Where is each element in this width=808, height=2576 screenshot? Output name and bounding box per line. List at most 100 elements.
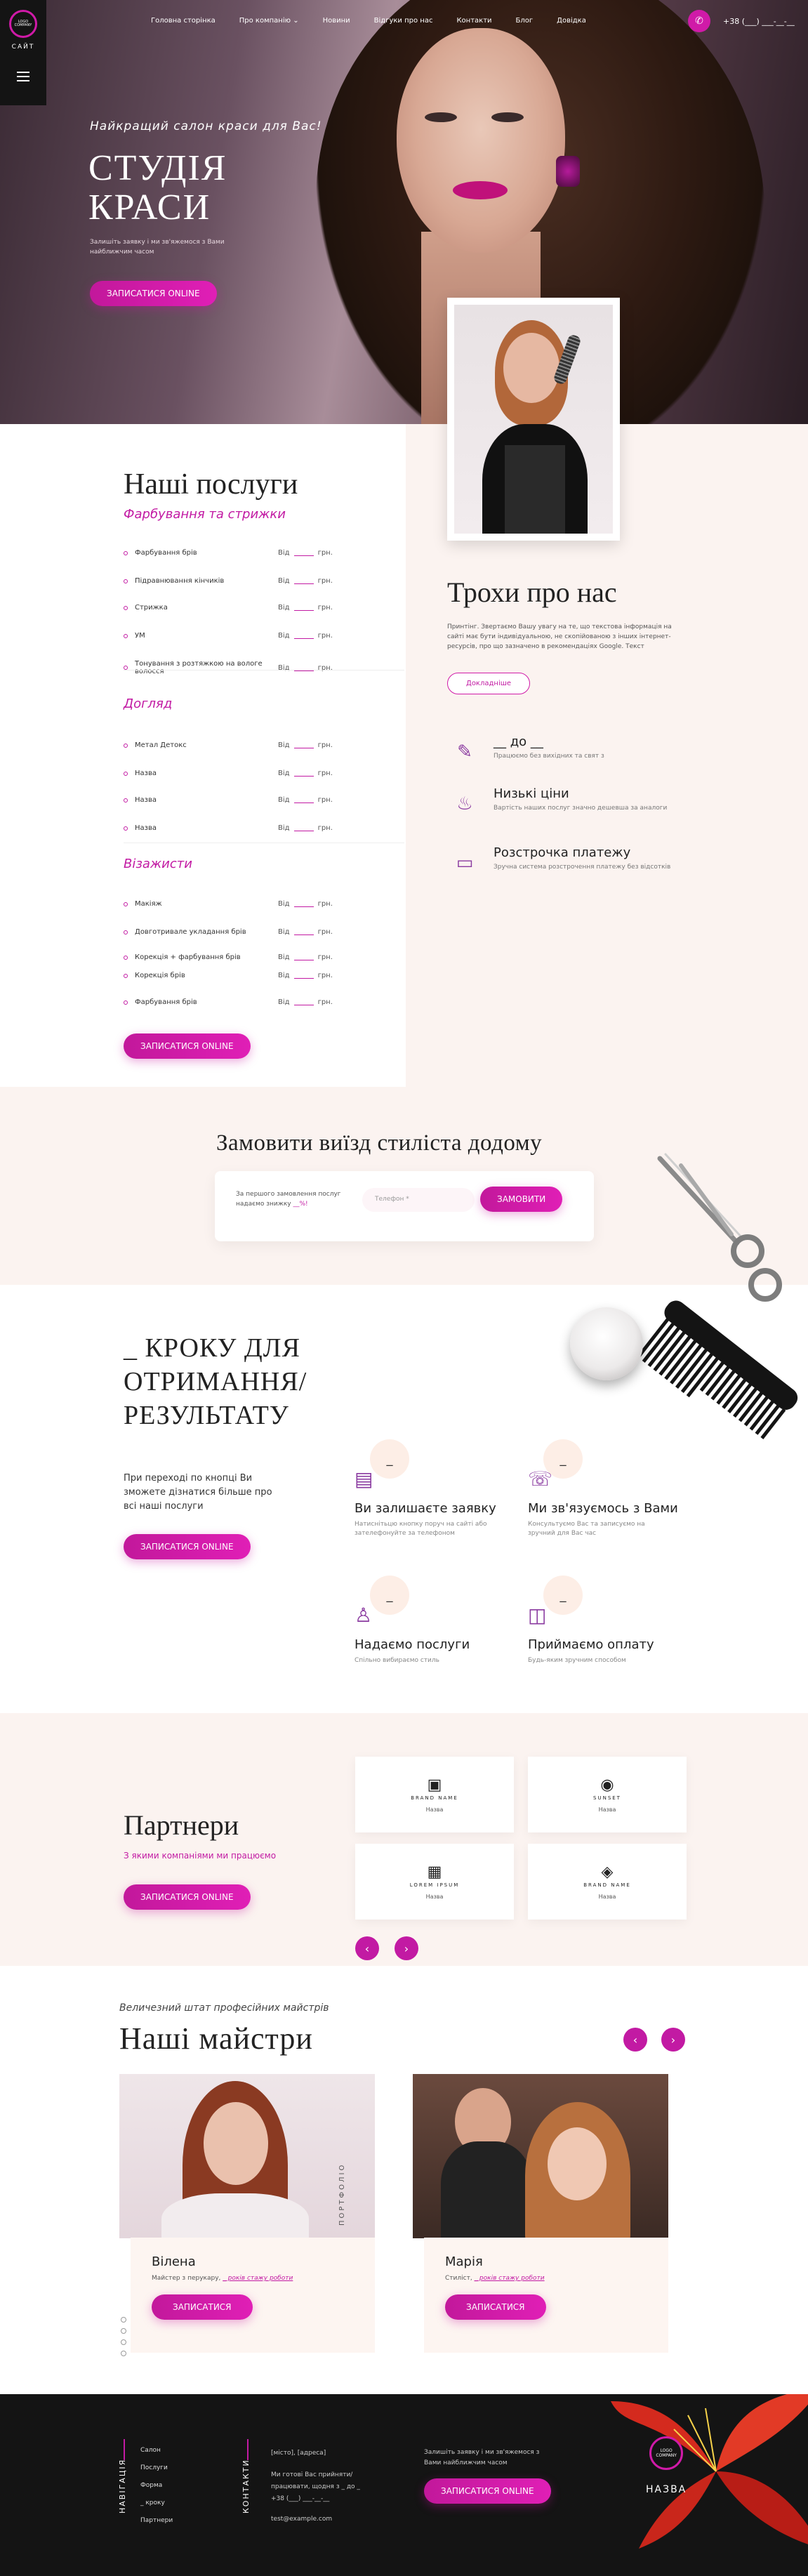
price-value [293,998,314,1005]
price-value [293,972,314,979]
service-price: Від грн. [278,796,355,804]
team-icon: ♙ [355,1604,373,1627]
price-value [293,824,314,831]
main-nav: Головна сторінка Про компанію ⌄ Новини В… [151,17,586,25]
step-title: Приймаємо оплату [528,1637,654,1652]
footer-signup-button[interactable]: ЗАПИСАТИСЯ ONLINE [424,2478,551,2504]
burger-menu-icon[interactable] [17,69,29,84]
footer-email[interactable]: test@example.com [271,2514,376,2525]
logo-name: САЙТ [11,44,35,51]
service-name: Підравнювання кінчиків [135,577,225,585]
footer-contacts-label: КОНТАКТИ [241,2459,251,2514]
footer-link[interactable]: _ кроку [140,2495,173,2512]
footer-logo-name: НАЗВА [646,2484,687,2495]
slider-dot[interactable] [121,2351,126,2356]
price-currency: грн. [317,900,333,908]
nav-item-news[interactable]: Новини [323,17,350,25]
footer-link[interactable]: Послуги [140,2459,173,2477]
footer-link[interactable]: Форма [140,2477,173,2495]
partners-section: Партнери З якими компаніями ми працюємо … [0,1713,808,1966]
price-currency: грн. [317,741,333,749]
master-info: Вілена Майстер з перукару, _ років стажу… [131,2238,375,2353]
partners-subtitle: З якими компаніями ми працюємо [124,1851,277,1861]
hand-mirror-icon [570,1307,643,1380]
service-row: Корекція + фарбування брів Від грн. [124,953,355,961]
master-signup-button[interactable]: ЗАПИСАТИСЯ [445,2294,546,2320]
service-name: УМ [135,632,145,640]
price-currency: грн. [317,928,333,936]
partner-card[interactable]: ▦ LOREM IPSUM Назва [355,1844,514,1920]
price-from: Від [278,770,290,777]
hero-model-face [397,28,565,253]
footer-link[interactable]: Салон [140,2442,173,2459]
partners-next-arrow-icon[interactable]: › [395,1936,418,1960]
hero-tagline: Найкращий салон краси для Вас! [90,119,322,133]
header-phone[interactable]: +38 (___) ___-__-__ [723,17,795,26]
masters-prev-arrow-icon[interactable]: ‹ [623,2028,647,2052]
steps-signup-button[interactable]: ЗАПИСАТИСЯ ONLINE [124,1534,251,1559]
footer-link[interactable]: Партнери [140,2512,173,2530]
nav-item-blog[interactable]: Блог [516,17,534,25]
service-name: Метал Детокс [135,741,187,749]
about-title: Трохи про нас [447,576,617,608]
service-name: Фарбування брів [135,998,197,1006]
phone-call-icon: ☏ [528,1467,553,1491]
partners-prev-arrow-icon[interactable]: ‹ [355,1936,379,1960]
footer-logo[interactable]: LOGO COMPANY НАЗВА [646,2436,687,2495]
phone-icon[interactable]: ✆ [688,10,710,32]
service-price: Від грн. [278,900,355,908]
footer-hours: Ми готові Вас прийняти/працювати, щодня … [271,2471,360,2490]
footer-phone[interactable]: +38 (___) ___-__-__ [271,2493,376,2505]
form-icon: ▤ [355,1467,373,1491]
master-experience-link[interactable]: _ років стажу роботи [223,2275,293,2282]
price-from: Від [278,900,290,908]
price-currency: грн. [317,824,333,832]
hero-signup-button[interactable]: ЗАПИСАТИСЯ ONLINE [90,281,217,306]
footer-address: [місто], [адреса] [271,2450,326,2457]
master-info: Марія Стиліст, _ років стажу роботи ЗАПИ… [424,2238,668,2353]
slider-dot[interactable] [121,2317,126,2323]
service-row: Макіяж Від грн. [124,900,355,908]
bullet-icon [124,826,128,831]
partner-card[interactable]: ◈ BRAND NAME Назва [528,1844,687,1920]
nav-item-help[interactable]: Довідка [557,17,586,25]
category-title: Візажисти [124,857,192,871]
services-signup-button[interactable]: ЗАПИСАТИСЯ ONLINE [124,1033,251,1059]
service-row: Назва Від грн. [124,796,355,804]
master-card: Вілена Майстер з перукару, _ років стажу… [119,2074,375,2353]
partner-card[interactable]: ▣ BRAND NAME Назва [355,1757,514,1832]
service-price: Від грн. [278,953,355,961]
masters-subtitle: Величезний штат професійних майстрів [119,2002,329,2014]
nav-item-reviews[interactable]: Відгуки про нас [374,17,433,25]
service-row: УМ Від грн. [124,632,355,640]
price-from: Від [278,998,290,1006]
price-currency: грн. [317,972,333,979]
about-more-button[interactable]: Докладніше [447,673,531,694]
service-price: Від грн. [278,632,355,640]
order-submit-button[interactable]: ЗАМОВИТИ [480,1187,563,1212]
slider-dot[interactable] [121,2328,126,2334]
partner-card[interactable]: ◉ SUNSET Назва [528,1757,687,1832]
nav-item-about[interactable]: Про компанію ⌄ [239,17,299,25]
master-signup-button[interactable]: ЗАПИСАТИСЯ [152,2294,253,2320]
price-currency: грн. [317,577,333,585]
portfolio-label[interactable]: ПОРТФОЛІО [338,2163,346,2226]
phone-input[interactable]: Телефон * [362,1188,475,1212]
price-currency: грн. [317,604,333,612]
master-experience-link[interactable]: _ років стажу роботи [475,2275,545,2282]
bullet-icon [124,550,128,555]
step-title: Надаємо послуги [355,1637,470,1652]
partner-logo-text: BRAND NAME [411,1795,458,1801]
nav-item-home[interactable]: Головна сторінка [151,17,216,25]
partners-signup-button[interactable]: ЗАПИСАТИСЯ ONLINE [124,1884,251,1910]
service-price: Від грн. [278,928,355,936]
partner-caption: Назва [425,1894,444,1900]
price-from: Від [278,824,290,832]
site-logo-panel[interactable]: LOGO COMPANY САЙТ [0,0,46,105]
masters-next-arrow-icon[interactable]: › [661,2028,685,2052]
order-form: За першого замовлення послуг надаємо зни… [215,1171,594,1241]
feature-title: Розстрочка платежу [494,845,631,860]
bullet-icon [124,955,128,960]
nav-item-contacts[interactable]: Контакти [456,17,491,25]
slider-dot[interactable] [121,2339,126,2345]
